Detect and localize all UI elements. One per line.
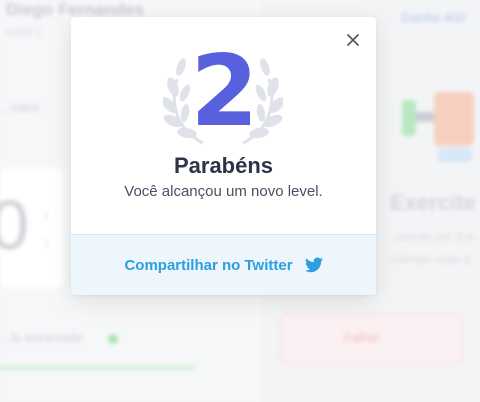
user-level: Level 1 [6,26,42,38]
cycle-progress-bar [0,366,195,369]
modal-title: Parabéns [173,153,274,178]
twitter-icon [304,257,323,273]
timer-digit: 0 [0,186,29,264]
timer-colon: : [44,234,49,250]
dumbbell-icon [402,92,474,162]
exercise-description: ...otempo suas p [382,252,471,266]
exercise-description: ...xercite por 3 m [386,230,476,244]
modal-subtitle: Você alcançou um novo level. [124,183,323,200]
timer-colon: : [44,206,49,222]
check-icon [108,334,118,344]
tab-label: ...ndes [0,100,40,115]
top-link: Ganhe 400 [401,10,466,25]
fail-button-label: Falhei [344,330,380,345]
share-label: Compartilhar no Twitter [124,256,293,274]
level-number: 2 [190,35,258,149]
cycle-status-text: ...lo encerrado [0,330,84,345]
level-up-modal: 2 Parabéns Você alcançou um novo level. … [71,17,376,295]
share-twitter-button[interactable]: Compartilhar no Twitter [71,234,376,295]
exercise-title: Exercite [390,190,476,215]
